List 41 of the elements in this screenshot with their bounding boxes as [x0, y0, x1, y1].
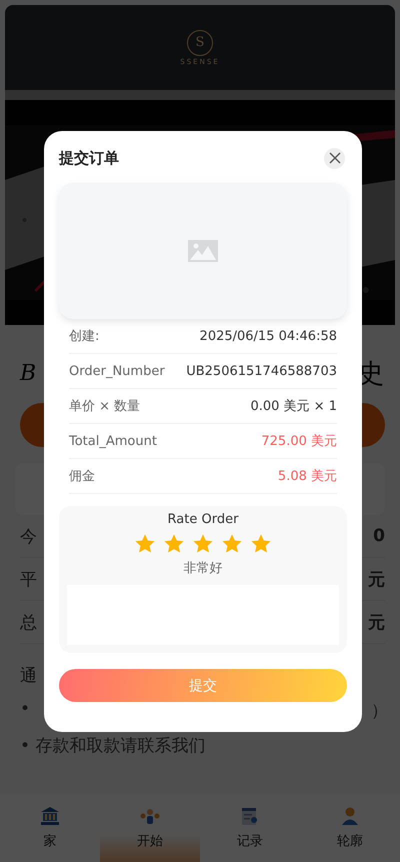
- close-icon: [328, 152, 340, 164]
- nav-tab[interactable]: 轮廓: [300, 794, 400, 862]
- stat-value: 元: [368, 612, 385, 634]
- rating-title: Rate Order: [168, 512, 238, 527]
- person-gear-icon: [140, 806, 160, 826]
- star-icon[interactable]: [134, 533, 156, 555]
- detail-value: 0.00 美元 × 1: [250, 398, 337, 415]
- detail-label: 佣金: [69, 468, 95, 485]
- stat-label: 今: [20, 526, 37, 548]
- star-icon[interactable]: [192, 533, 214, 555]
- notice-text: • 存款和取款请联系我们: [20, 735, 206, 757]
- page-title: B: [20, 360, 36, 386]
- notice-text: •: [20, 699, 30, 721]
- stat-value: 0: [373, 526, 385, 546]
- star-icon[interactable]: [221, 533, 243, 555]
- person-icon: [340, 806, 360, 826]
- stat-label: 总: [20, 612, 37, 634]
- detail-value: 2025/06/15 04:46:58: [200, 328, 337, 344]
- submit-button[interactable]: 提交: [59, 669, 347, 702]
- detail-value: 725.00 美元: [261, 433, 337, 450]
- notice-title: 通: [20, 665, 37, 687]
- stat-label: 平: [20, 568, 37, 590]
- rating-verdict: 非常好: [184, 560, 222, 577]
- detail-label: 创建:: [69, 328, 100, 345]
- image-icon: [188, 240, 218, 262]
- notice-text: ）: [371, 700, 388, 722]
- detail-value: 5.08 美元: [278, 468, 337, 485]
- stat-value: 元: [368, 568, 385, 590]
- star-icon[interactable]: [163, 533, 185, 555]
- detail-value: UB2506151746588703: [186, 364, 337, 378]
- detail-label: 单价 × 数量: [69, 398, 140, 415]
- dialog-title: 提交订单: [59, 148, 119, 168]
- nav-tab[interactable]: 记录: [200, 794, 300, 862]
- notepad-icon: [240, 806, 260, 826]
- close-button[interactable]: [324, 148, 345, 168]
- logo-mark: S: [186, 30, 213, 56]
- detail-label: Order_Number: [69, 364, 165, 378]
- bank-icon: [40, 806, 60, 826]
- nav-tab[interactable]: 家: [0, 794, 100, 862]
- detail-label: Total_Amount: [69, 434, 157, 448]
- star-icon[interactable]: [250, 533, 272, 555]
